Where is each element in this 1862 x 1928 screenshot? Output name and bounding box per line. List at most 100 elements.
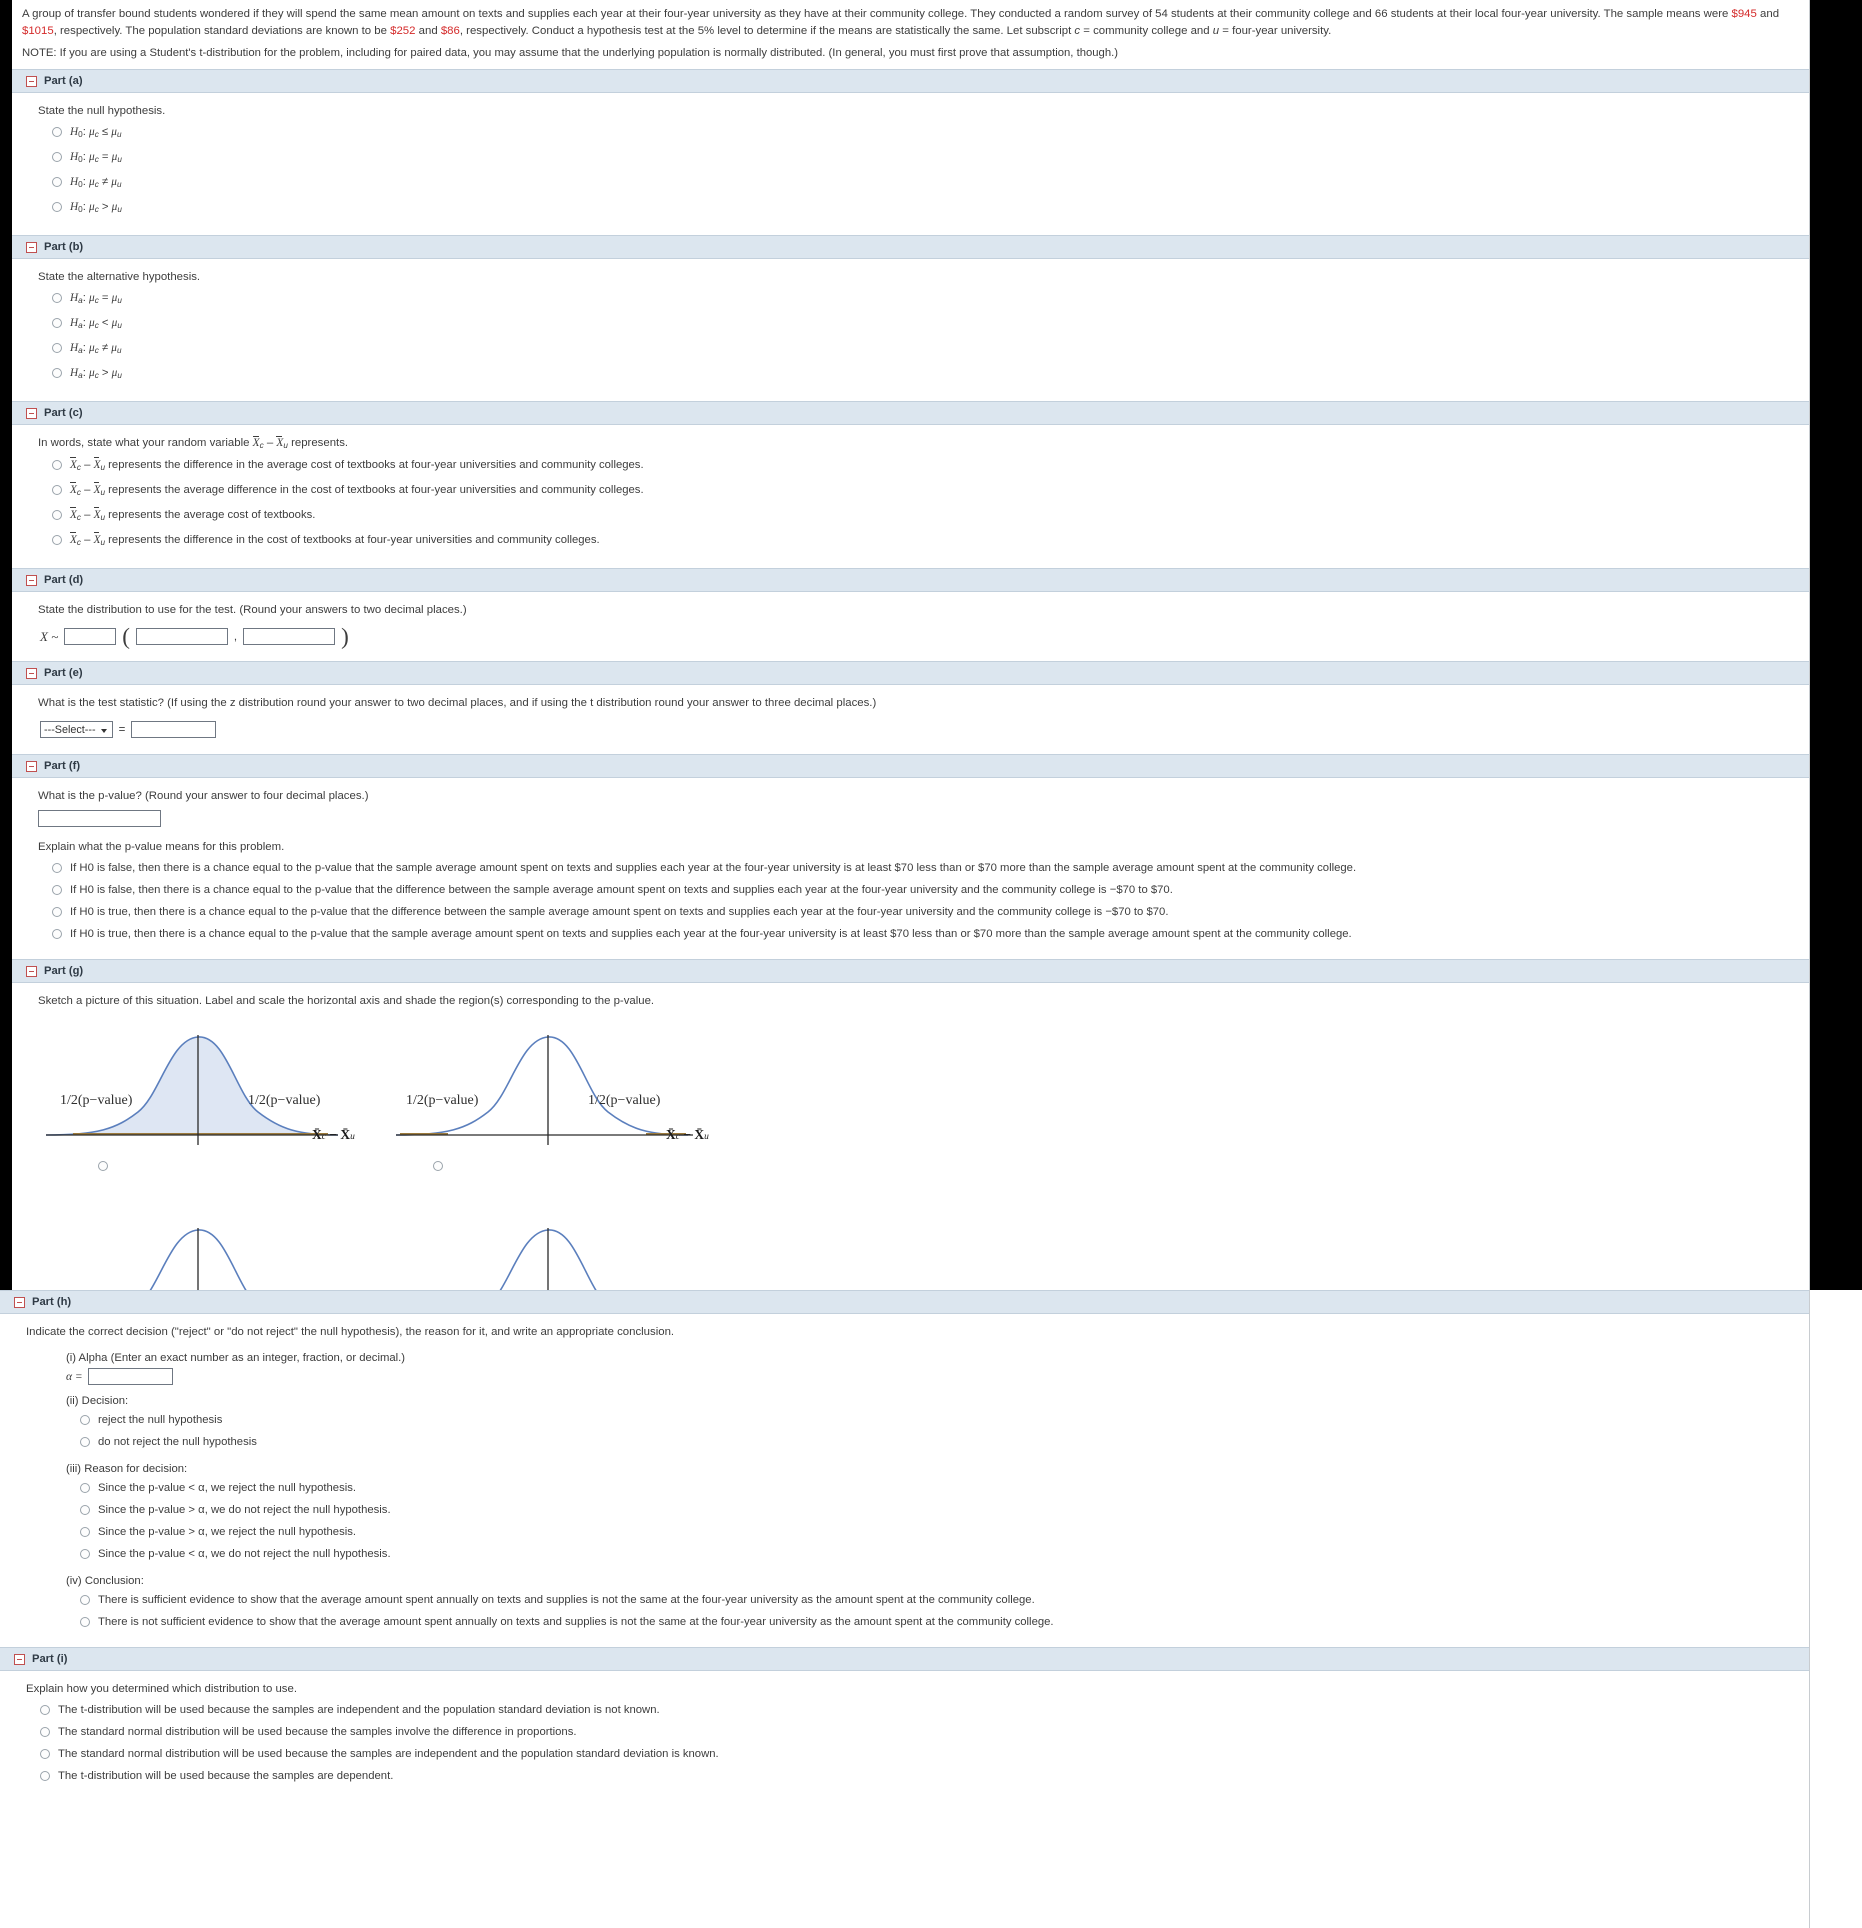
part-b-option-2[interactable]: Ha: μc ≠ μu <box>38 337 1799 362</box>
part-f-option-3[interactable]: If H0 is true, then there is a chance eq… <box>38 923 1799 945</box>
radio-icon[interactable] <box>80 1437 90 1447</box>
part-f-option-3-label: If H0 is true, then there is a chance eq… <box>70 928 1352 940</box>
radio-icon[interactable] <box>80 1617 90 1627</box>
collapse-minus-icon[interactable] <box>26 965 37 977</box>
test-statistic-input[interactable] <box>131 721 217 738</box>
part-f-option-0[interactable]: If H0 is false, then there is a chance e… <box>38 857 1799 879</box>
graph-option-4[interactable]: p−value X̄c − X̄u <box>388 1210 738 1290</box>
part-d-body: State the distribution to use for the te… <box>12 592 1809 661</box>
collapse-minus-icon[interactable] <box>26 75 37 87</box>
collapse-minus-icon[interactable] <box>26 241 37 253</box>
part-b-option-3[interactable]: Ha: μc > μu <box>38 362 1799 387</box>
graph-option-3[interactable]: p−value X̄c − X̄u <box>38 1210 388 1290</box>
distribution-mean-input[interactable] <box>135 628 228 645</box>
part-b-body: State the alternative hypothesis. Ha: μc… <box>12 259 1809 401</box>
radio-icon[interactable] <box>52 368 62 378</box>
collapse-minus-icon[interactable] <box>26 574 37 586</box>
part-a-header[interactable]: Part (a) <box>12 69 1809 93</box>
collapse-minus-icon[interactable] <box>14 1296 25 1308</box>
part-h-reason-option-0[interactable]: Since the p-value < α, we reject the nul… <box>26 1477 1799 1499</box>
part-b-option-1[interactable]: Ha: μc < μu <box>38 312 1799 337</box>
part-c-option-3[interactable]: Xc – Xu represents the difference in the… <box>38 529 1799 554</box>
graph-option-1-radio[interactable] <box>98 1161 108 1171</box>
radio-icon[interactable] <box>52 152 62 162</box>
part-a-option-1[interactable]: H0: μc = μu <box>38 146 1799 171</box>
part-b-option-0[interactable]: Ha: μc = μu <box>38 287 1799 312</box>
part-e-header[interactable]: Part (e) <box>12 661 1809 685</box>
radio-icon[interactable] <box>80 1415 90 1425</box>
p-value-input[interactable] <box>38 810 161 827</box>
part-d-header[interactable]: Part (d) <box>12 568 1809 592</box>
part-i-option-1[interactable]: The standard normal distribution will be… <box>26 1721 1799 1743</box>
collapse-minus-icon[interactable] <box>26 667 37 679</box>
radio-icon[interactable] <box>52 929 62 939</box>
radio-icon[interactable] <box>52 177 62 187</box>
radio-icon[interactable] <box>52 907 62 917</box>
distribution-sd-input[interactable] <box>243 628 336 645</box>
part-i-option-0[interactable]: The t-distribution will be used because … <box>26 1699 1799 1721</box>
radio-icon[interactable] <box>52 460 62 470</box>
part-d-prompt: State the distribution to use for the te… <box>38 604 467 616</box>
part-c-option-0[interactable]: Xc – Xu represents the difference in the… <box>38 454 1799 479</box>
part-c-option-2[interactable]: Xc – Xu represents the average cost of t… <box>38 504 1799 529</box>
graph-option-1[interactable]: 1/2(p−value) 1/2(p−value) X̄c − X̄u <box>38 1017 388 1192</box>
part-i-option-3[interactable]: The t-distribution will be used because … <box>26 1765 1799 1787</box>
radio-icon[interactable] <box>80 1483 90 1493</box>
page-frame-bottom: Part (h) Indicate the correct decision (… <box>0 1290 1862 1928</box>
normal-curve-right-tail-shaded <box>499 1228 597 1290</box>
radio-icon[interactable] <box>52 863 62 873</box>
radio-icon[interactable] <box>52 885 62 895</box>
part-h-conclusion-option-0[interactable]: There is sufficient evidence to show tha… <box>26 1589 1799 1611</box>
part-h-conclusion-option-1-label: There is not sufficient evidence to show… <box>98 1616 1054 1628</box>
collapse-minus-icon[interactable] <box>14 1653 25 1665</box>
part-a-option-3[interactable]: H0: μc > μu <box>38 196 1799 221</box>
part-a-option-0[interactable]: H0: μc ≤ μu <box>38 121 1799 146</box>
radio-icon[interactable] <box>52 510 62 520</box>
radio-icon[interactable] <box>52 202 62 212</box>
part-i-option-2[interactable]: The standard normal distribution will be… <box>26 1743 1799 1765</box>
radio-icon[interactable] <box>52 127 62 137</box>
radio-icon[interactable] <box>80 1505 90 1515</box>
part-b-prompt: State the alternative hypothesis. <box>38 271 201 283</box>
radio-icon[interactable] <box>40 1705 50 1715</box>
part-h-decision-option-1[interactable]: do not reject the null hypothesis <box>26 1431 1799 1453</box>
radio-icon[interactable] <box>52 343 62 353</box>
radio-icon[interactable] <box>40 1727 50 1737</box>
part-a-options: H0: μc ≤ μu H0: μc = μu H0: μc ≠ μu H0: … <box>38 121 1799 221</box>
radio-icon[interactable] <box>80 1549 90 1559</box>
part-h-conclusion-option-1[interactable]: There is not sufficient evidence to show… <box>26 1611 1799 1633</box>
radio-icon[interactable] <box>52 535 62 545</box>
part-h-decision-option-0[interactable]: reject the null hypothesis <box>26 1409 1799 1431</box>
test-statistic-select[interactable]: ---Select--- <box>40 721 113 738</box>
graph-option-2-radio[interactable] <box>433 1161 443 1171</box>
sample-mean-u: $1015 <box>22 24 54 37</box>
radio-icon[interactable] <box>80 1527 90 1537</box>
part-b-header[interactable]: Part (b) <box>12 235 1809 259</box>
graph-1-axis-label: X̄c − X̄u <box>312 1127 355 1142</box>
radio-icon[interactable] <box>80 1595 90 1605</box>
collapse-minus-icon[interactable] <box>26 760 37 772</box>
graph-option-2[interactable]: 1/2(p−value) 1/2(p−value) X̄c − X̄u <box>388 1017 738 1192</box>
part-f-option-1[interactable]: If H0 is false, then there is a chance e… <box>38 879 1799 901</box>
part-h-reason-option-3[interactable]: Since the p-value < α, we do not reject … <box>26 1543 1799 1565</box>
alpha-input[interactable] <box>87 1368 173 1385</box>
radio-icon[interactable] <box>40 1749 50 1759</box>
part-g-header[interactable]: Part (g) <box>12 959 1809 983</box>
part-h-header[interactable]: Part (h) <box>0 1290 1809 1314</box>
distribution-name-input[interactable] <box>64 628 117 645</box>
part-h-reason-option-1[interactable]: Since the p-value > α, we do not reject … <box>26 1499 1799 1521</box>
radio-icon[interactable] <box>52 485 62 495</box>
radio-icon[interactable] <box>40 1771 50 1781</box>
part-f-header[interactable]: Part (f) <box>12 754 1809 778</box>
part-c-header[interactable]: Part (c) <box>12 401 1809 425</box>
radio-icon[interactable] <box>52 293 62 303</box>
part-i-header[interactable]: Part (i) <box>0 1647 1809 1671</box>
collapse-minus-icon[interactable] <box>26 407 37 419</box>
part-a-option-2[interactable]: H0: μc ≠ μu <box>38 171 1799 196</box>
part-g-body: Sketch a picture of this situation. Labe… <box>12 983 1809 1290</box>
part-f-option-2[interactable]: If H0 is true, then there is a chance eq… <box>38 901 1799 923</box>
graph-2-left-label: 1/2(p−value) <box>406 1093 479 1108</box>
part-h-reason-option-2[interactable]: Since the p-value > α, we reject the nul… <box>26 1521 1799 1543</box>
part-c-option-1[interactable]: Xc – Xu represents the average differenc… <box>38 479 1799 504</box>
radio-icon[interactable] <box>52 318 62 328</box>
